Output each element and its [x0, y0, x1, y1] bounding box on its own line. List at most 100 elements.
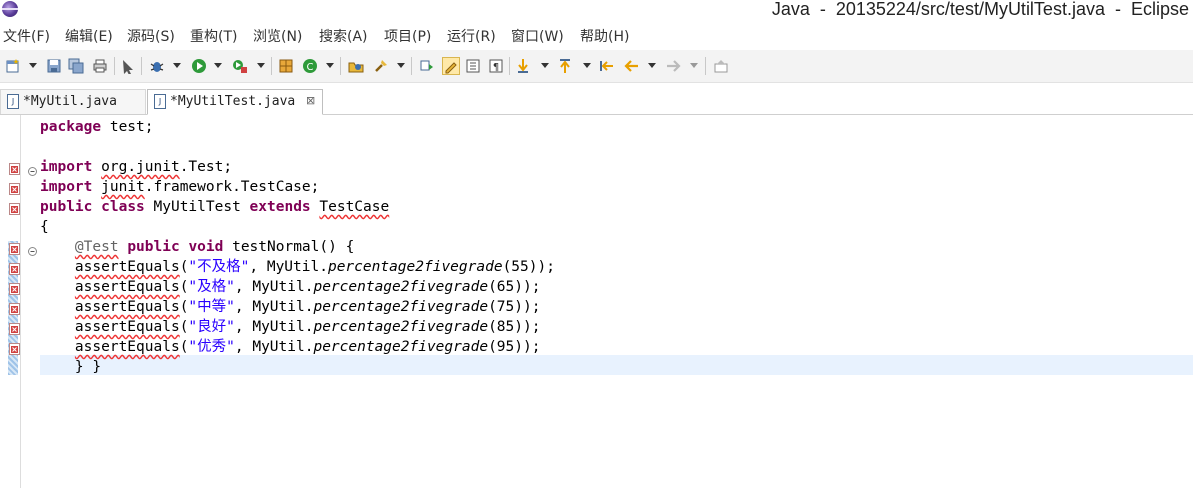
tab-myutil[interactable]: J *MyUtil.java: [0, 89, 146, 114]
error-marker-icon[interactable]: [9, 300, 20, 315]
menu-source[interactable]: 源码(S): [127, 26, 175, 46]
cursor-icon[interactable]: [120, 58, 136, 74]
error-token[interactable]: TestCase: [319, 199, 389, 215]
forward-icon[interactable]: [665, 58, 681, 74]
fold-collapse-icon[interactable]: [28, 241, 37, 256]
external-tools-icon[interactable]: [232, 58, 248, 74]
menu-refactor[interactable]: 重构(T): [190, 26, 237, 46]
keyword: package: [40, 119, 102, 135]
code-text: , MyUtil.: [234, 299, 314, 315]
new-class-icon[interactable]: C: [302, 58, 318, 74]
code-text: test;: [101, 119, 154, 135]
back-icon[interactable]: [624, 58, 640, 74]
save-icon[interactable]: [46, 58, 62, 74]
run-dropdown-arrow[interactable]: [214, 63, 222, 68]
highlight-icon[interactable]: [442, 57, 460, 75]
code-editor[interactable]: package test; import org.junit.Test; imp…: [0, 115, 1193, 488]
debug-icon[interactable]: [149, 58, 165, 74]
error-marker-icon[interactable]: [9, 160, 20, 175]
error-token[interactable]: assertEquals: [75, 339, 180, 355]
error-marker-icon[interactable]: [9, 340, 20, 355]
code-line-9[interactable]: assertEquals("及格", MyUtil.percentage2fiv…: [40, 277, 541, 297]
debug-dropdown-arrow[interactable]: [173, 63, 181, 68]
search-icon[interactable]: [373, 58, 389, 74]
code-text: , MyUtil.: [234, 279, 314, 295]
toggle-block-icon[interactable]: [465, 58, 481, 74]
pin-icon[interactable]: [713, 58, 729, 74]
open-type-icon[interactable]: [348, 58, 364, 74]
code-line-3[interactable]: import org.junit.Test;: [40, 157, 232, 177]
code-line-10[interactable]: assertEquals("中等", MyUtil.percentage2fiv…: [40, 297, 541, 317]
error-marker-icon[interactable]: [9, 180, 20, 195]
search-dropdown-arrow[interactable]: [397, 63, 405, 68]
error-marker-icon[interactable]: [9, 260, 20, 275]
new-class-dropdown-arrow[interactable]: [326, 63, 334, 68]
menu-edit[interactable]: 编辑(E): [65, 26, 113, 46]
new-package-icon[interactable]: [278, 58, 294, 74]
menu-file[interactable]: 文件(F): [3, 26, 50, 46]
close-icon[interactable]: ⊠: [306, 94, 315, 107]
code-text: , MyUtil.: [249, 259, 328, 275]
code-text: (75));: [488, 299, 541, 315]
code-line-8[interactable]: assertEquals("不及格", MyUtil.percentage2fi…: [40, 257, 555, 277]
next-annotation-dropdown-arrow[interactable]: [541, 63, 549, 68]
new-dropdown-arrow[interactable]: [29, 63, 37, 68]
menu-search[interactable]: 搜索(A): [319, 26, 368, 46]
error-token[interactable]: org.junit: [101, 159, 180, 175]
error-marker-icon[interactable]: [9, 200, 20, 215]
code-line-5[interactable]: public class MyUtilTest extends TestCase: [40, 197, 389, 217]
java-file-icon: J: [7, 94, 19, 109]
save-all-icon[interactable]: [68, 58, 84, 74]
prev-annotation-icon[interactable]: [557, 58, 573, 74]
refactor-icon[interactable]: [419, 58, 435, 74]
error-marker-icon[interactable]: [9, 320, 20, 335]
prev-annotation-dropdown-arrow[interactable]: [583, 63, 591, 68]
method-call: percentage2fivegrade: [313, 279, 489, 295]
error-token[interactable]: assertEquals: [75, 259, 180, 275]
fold-collapse-icon[interactable]: [28, 161, 37, 176]
error-marker-icon[interactable]: [9, 280, 20, 295]
code-line-1[interactable]: package test;: [40, 117, 154, 137]
new-icon[interactable]: [5, 58, 21, 74]
error-token[interactable]: assertEquals: [75, 279, 180, 295]
code-line-4[interactable]: import junit.framework.TestCase;: [40, 177, 319, 197]
code-text: testNormal() {: [223, 239, 355, 255]
keyword: class: [101, 199, 145, 215]
code-text: (55));: [502, 259, 555, 275]
show-whitespace-icon[interactable]: ¶: [488, 58, 504, 74]
java-file-icon: J: [154, 94, 166, 109]
menu-window[interactable]: 窗口(W): [511, 26, 564, 46]
last-edit-icon[interactable]: [599, 58, 615, 74]
menu-help[interactable]: 帮助(H): [580, 26, 629, 46]
forward-dropdown-arrow[interactable]: [690, 63, 698, 68]
code-line-12[interactable]: assertEquals("优秀", MyUtil.percentage2fiv…: [40, 337, 541, 357]
menu-run[interactable]: 运行(R): [447, 26, 496, 46]
method-call: percentage2fivegrade: [327, 259, 503, 275]
svg-text:¶: ¶: [493, 62, 499, 73]
tab-myutiltest[interactable]: J *MyUtilTest.java ⊠: [147, 89, 323, 115]
menu-navigate[interactable]: 浏览(N): [253, 26, 302, 46]
back-dropdown-arrow[interactable]: [648, 63, 656, 68]
next-annotation-icon[interactable]: [515, 58, 531, 74]
error-marker-icon[interactable]: [9, 240, 20, 255]
error-token[interactable]: junit: [101, 179, 145, 195]
code-text: .Test;: [179, 159, 233, 175]
print-icon[interactable]: [92, 58, 108, 74]
menu-project[interactable]: 项目(P): [384, 26, 431, 46]
run-icon[interactable]: [191, 58, 207, 74]
error-token[interactable]: assertEquals: [75, 299, 180, 315]
external-tools-dropdown-arrow[interactable]: [257, 63, 265, 68]
code-line-13[interactable]: } }: [40, 357, 101, 377]
code-line-7[interactable]: @Test public void testNormal() {: [40, 237, 354, 257]
main-toolbar: C ¶: [0, 50, 1193, 83]
window-title: Java - 20135224/src/test/MyUtilTest.java…: [771, 0, 1189, 19]
error-token[interactable]: assertEquals: [75, 319, 180, 335]
code-line-11[interactable]: assertEquals("良好", MyUtil.percentage2fiv…: [40, 317, 541, 337]
code-line-6[interactable]: {: [40, 217, 49, 237]
method-call: percentage2fivegrade: [313, 319, 489, 335]
annotation[interactable]: @Test: [75, 239, 119, 255]
code-text: (65));: [488, 279, 541, 295]
method-call: percentage2fivegrade: [313, 339, 489, 355]
keyword: import: [40, 159, 93, 175]
